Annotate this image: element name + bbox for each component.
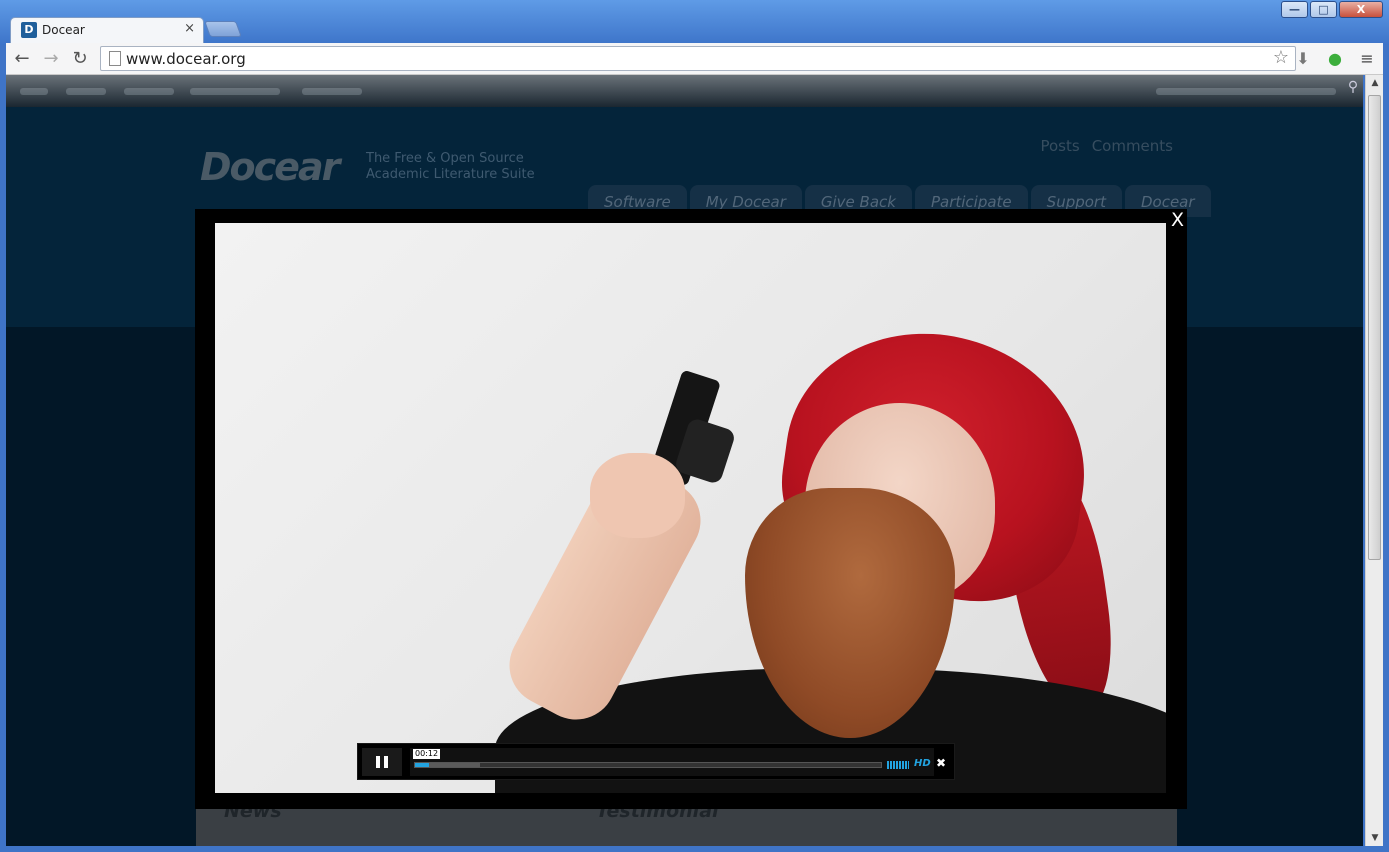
admin-bar-item xyxy=(20,88,48,95)
scroll-up-icon[interactable]: ▲ xyxy=(1366,75,1384,91)
tab-close-icon[interactable]: × xyxy=(184,21,195,36)
page-icon xyxy=(109,51,121,66)
chrome-menu-icon[interactable]: ≡ xyxy=(1356,48,1378,70)
video-frame[interactable]: 00:12 HD ✖ xyxy=(215,223,1166,793)
browser-window: — □ X D Docear × ← → ↻ www.docear.org ☆ … xyxy=(0,0,1389,852)
docear-logo[interactable]: Docear The Free & Open Source Academic L… xyxy=(200,145,535,189)
browser-toolbar: ← → ↻ www.docear.org ☆ ⬇ ● ≡ xyxy=(6,43,1383,75)
forward-arrow-icon[interactable]: → xyxy=(39,47,63,71)
title-bar: — □ X D Docear × xyxy=(0,0,1389,45)
admin-bar-item xyxy=(66,88,106,95)
evernote-extension-icon[interactable]: ● xyxy=(1324,48,1346,70)
fullscreen-icon[interactable]: ✖ xyxy=(936,756,946,770)
video-controls: 00:12 HD ✖ xyxy=(357,743,955,780)
new-tab-button[interactable] xyxy=(204,21,242,37)
maximize-button[interactable]: □ xyxy=(1310,1,1337,18)
video-timeline[interactable]: 00:12 HD ✖ xyxy=(410,748,946,776)
video-scene xyxy=(590,453,685,538)
video-lightbox: X 00:12 HD ✖ xyxy=(195,209,1187,809)
scroll-down-icon[interactable]: ▼ xyxy=(1366,830,1384,846)
admin-bar: ⚲ xyxy=(6,75,1363,107)
logo-tagline: The Free & Open Source Academic Literatu… xyxy=(366,151,535,182)
search-icon[interactable]: ⚲ xyxy=(1343,79,1363,101)
logo-mark: Docear xyxy=(200,145,340,189)
volume-icon[interactable] xyxy=(887,761,909,769)
download-extension-icon[interactable]: ⬇ xyxy=(1292,48,1314,70)
docear-favicon-icon: D xyxy=(21,22,37,38)
current-time-label: 00:12 xyxy=(413,749,441,759)
admin-bar-item xyxy=(124,88,174,95)
tab-title: Docear xyxy=(42,23,85,37)
page-viewport: ⚲ Docear The Free & Open Source Academic… xyxy=(6,75,1363,846)
lightbox-close-button[interactable]: X xyxy=(1171,209,1184,231)
url-text[interactable]: www.docear.org xyxy=(126,50,246,68)
posts-feed-link[interactable]: Posts xyxy=(1040,137,1079,155)
vertical-scrollbar[interactable]: ▲ ▼ xyxy=(1365,75,1383,846)
reload-icon[interactable]: ↻ xyxy=(68,47,92,71)
progress-track[interactable] xyxy=(414,762,882,768)
window-controls: — □ X xyxy=(1279,1,1383,18)
hd-toggle[interactable]: HD xyxy=(914,758,931,769)
minimize-button[interactable]: — xyxy=(1281,1,1308,18)
address-bar[interactable]: www.docear.org ☆ xyxy=(100,46,1296,71)
pause-icon xyxy=(376,756,380,768)
admin-bar-item xyxy=(190,88,280,95)
close-window-button[interactable]: X xyxy=(1339,1,1383,18)
admin-bar-item xyxy=(1156,88,1336,95)
scrollbar-thumb[interactable] xyxy=(1368,95,1381,560)
comments-feed-link[interactable]: Comments xyxy=(1092,137,1173,155)
played-bar xyxy=(415,763,429,767)
pause-icon xyxy=(384,756,388,768)
feed-links: Posts Comments xyxy=(1040,137,1173,155)
back-arrow-icon[interactable]: ← xyxy=(10,47,34,71)
admin-bar-item xyxy=(302,88,362,95)
browser-tab[interactable]: D Docear × xyxy=(10,17,204,43)
pause-button[interactable] xyxy=(362,748,402,776)
bookmark-star-icon[interactable]: ☆ xyxy=(1273,47,1289,68)
